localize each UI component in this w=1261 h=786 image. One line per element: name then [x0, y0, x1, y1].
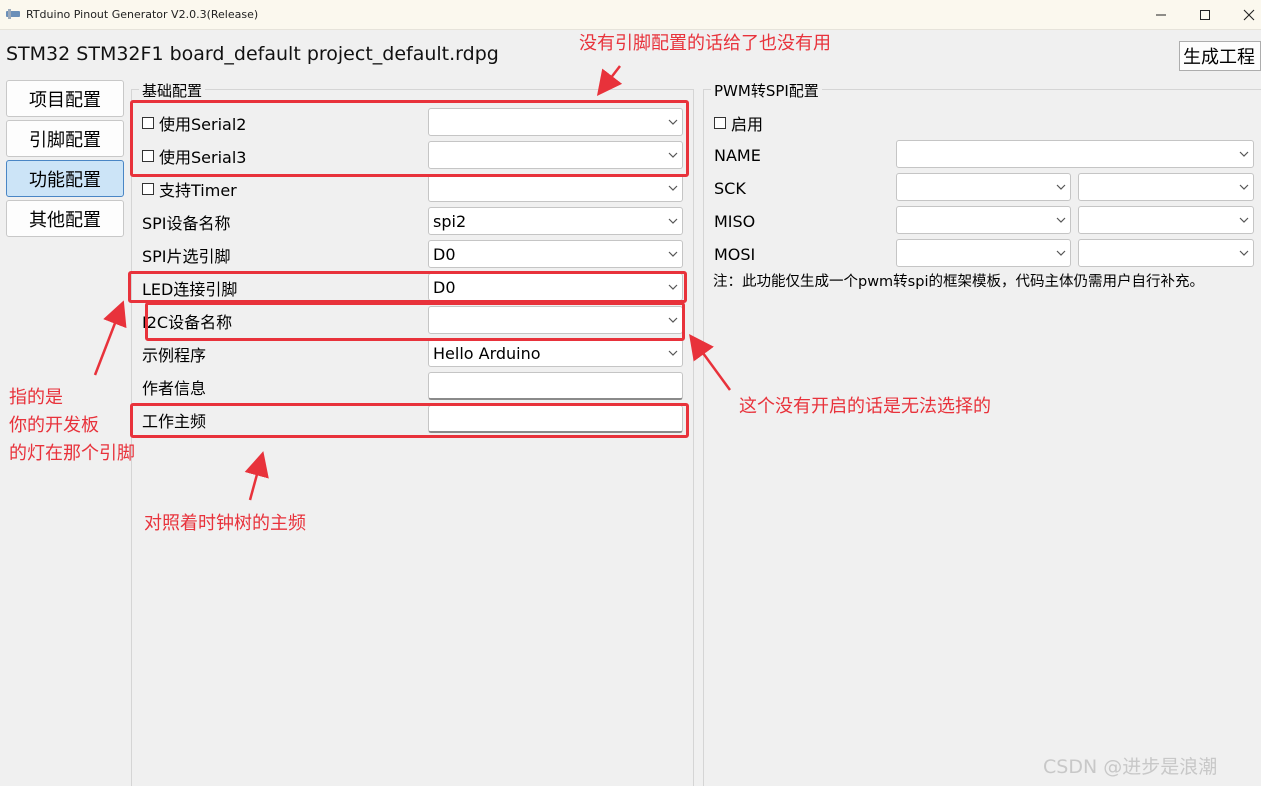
arrow-bottom — [244, 451, 269, 501]
annotation-left-line-2: 你的开发板 — [9, 415, 99, 436]
annotation-left-line-3: 的灯在那个引脚 — [9, 443, 135, 464]
annotation-bottom-text: 对照着时钟树的主频 — [144, 513, 306, 534]
arrow-left — [93, 300, 127, 376]
arrow-top — [596, 65, 623, 96]
annotation-right-text: 这个没有开启的话是无法选择的 — [739, 396, 991, 417]
annotation-top-text: 没有引脚配置的话给了也没有用 — [579, 33, 831, 54]
watermark: CSDN @进步是浪潮 — [1043, 756, 1218, 778]
annotation-left-line-1: 指的是 — [9, 387, 63, 408]
arrow-right — [689, 333, 732, 391]
annotation-arrows — [93, 65, 732, 501]
